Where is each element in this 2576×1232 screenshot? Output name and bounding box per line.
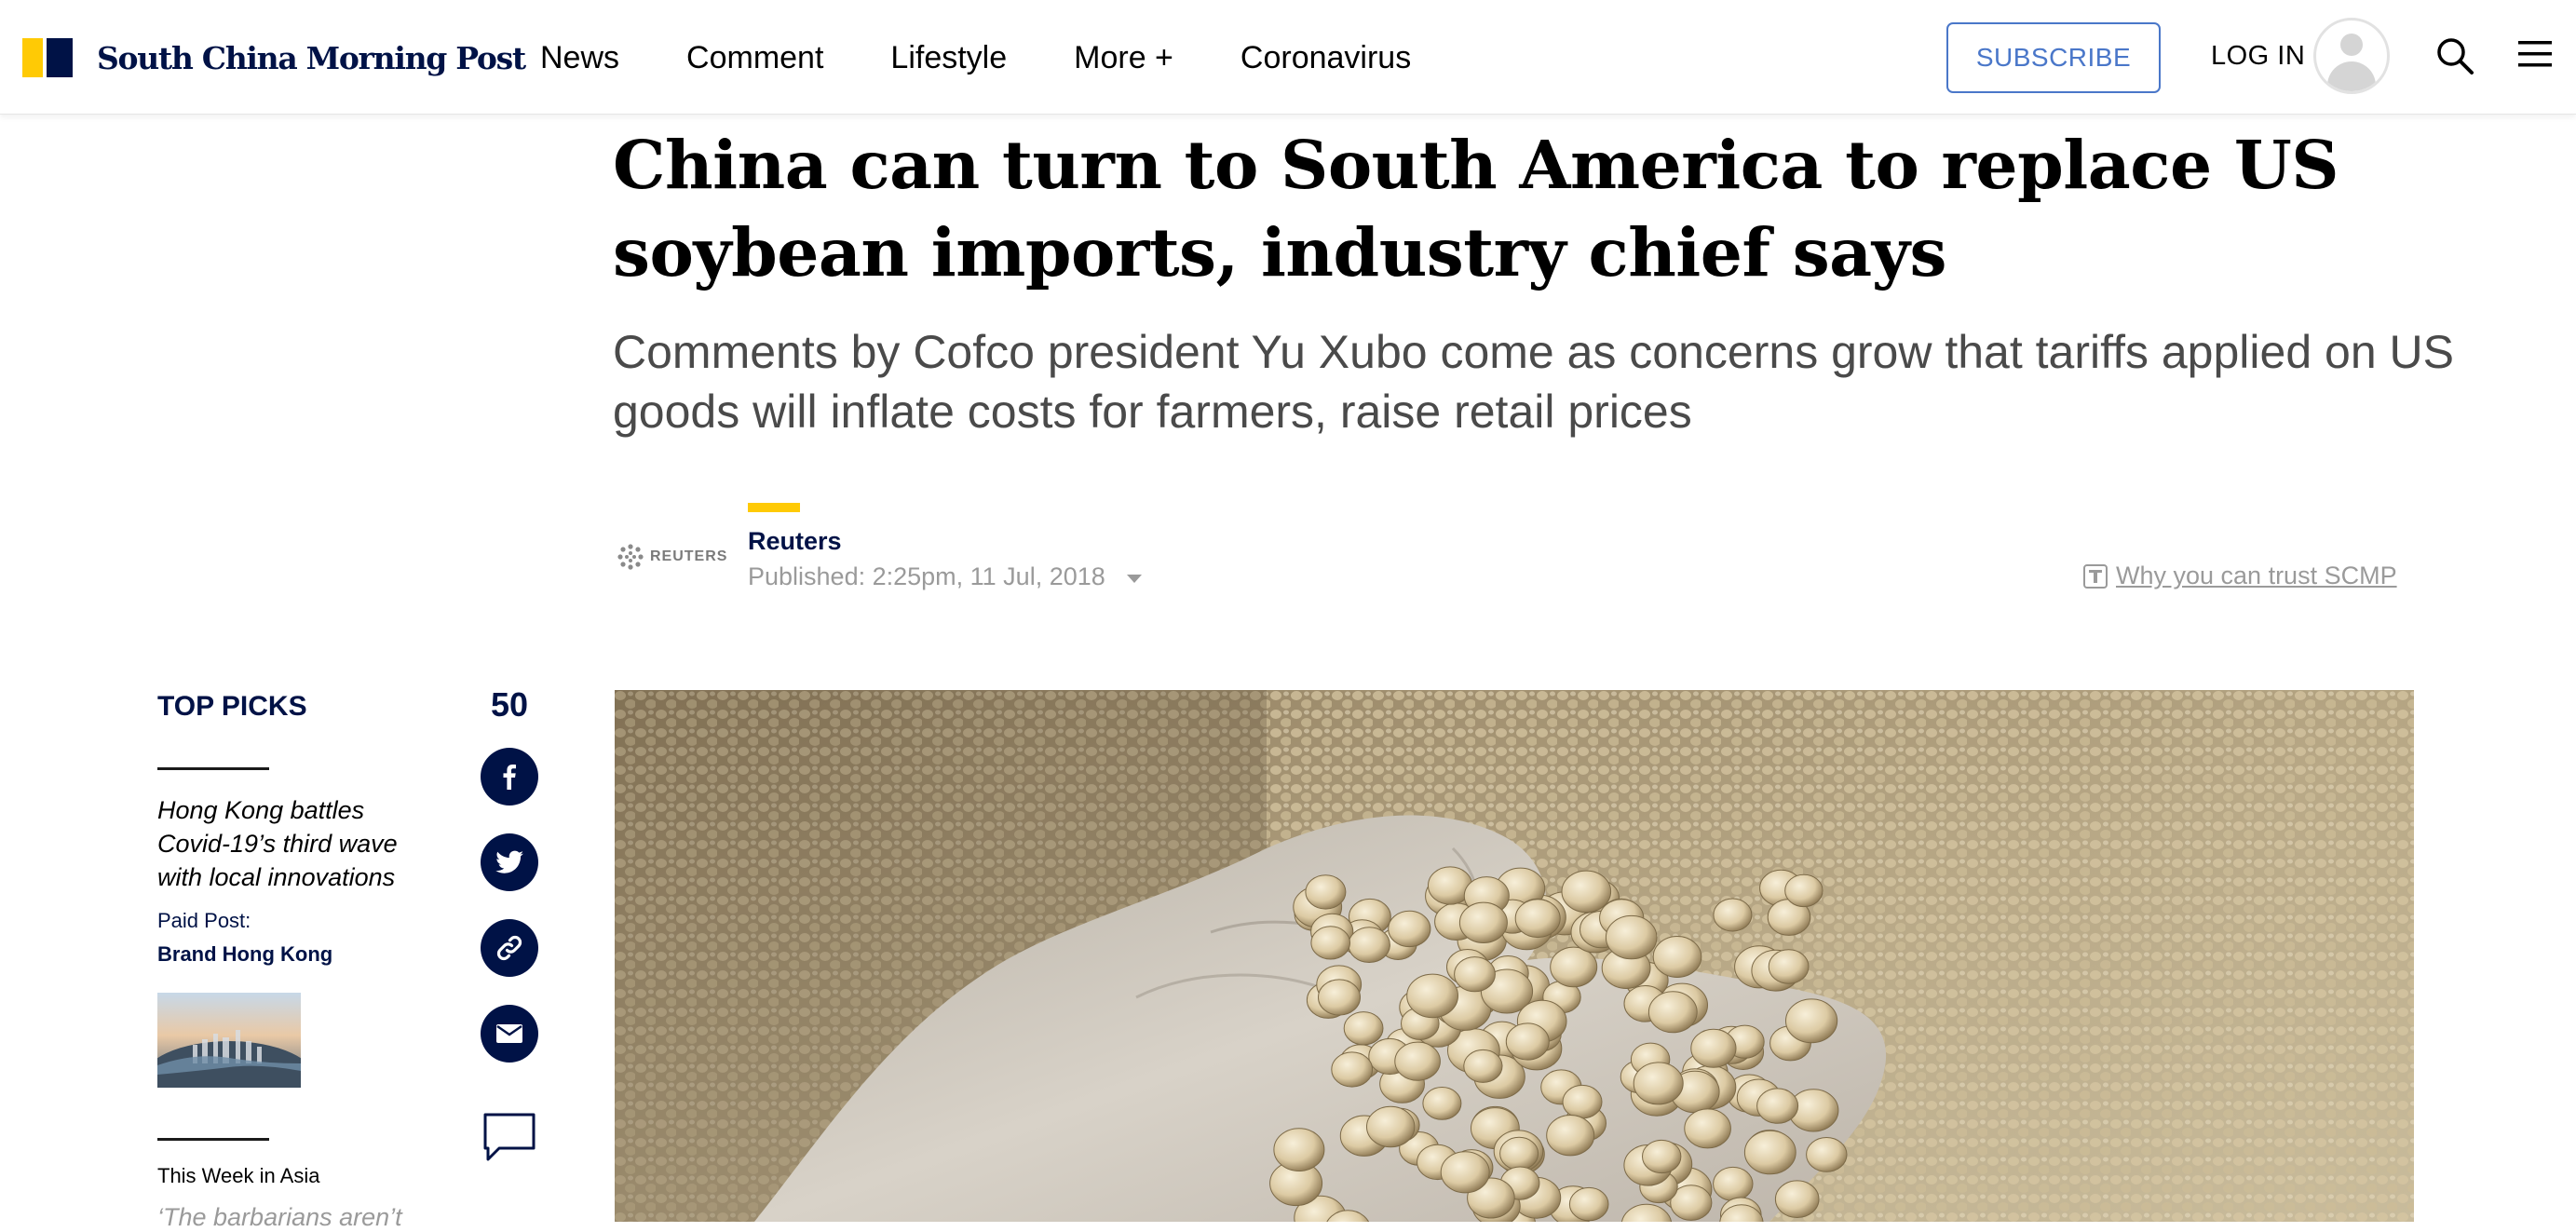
soybean (1562, 1084, 1603, 1119)
soybean (1273, 1128, 1325, 1172)
soybean (1743, 1130, 1796, 1175)
reuters-dots-icon (617, 544, 644, 570)
soybean (1394, 1041, 1441, 1081)
article-author[interactable]: Reuters (748, 527, 842, 556)
this-week-in-asia-label: This Week in Asia (157, 1164, 320, 1187)
this-week-story-title[interactable]: ‘The barbarians aren’t (157, 1203, 402, 1232)
published-date[interactable]: Published: 2:25pm, 11 Jul, 2018 (748, 562, 1105, 591)
source-logo-text: REUTERS (650, 548, 728, 564)
top-pick-title[interactable]: Hong Kong battles Covid-19’s third wave … (157, 793, 437, 894)
soybean (1633, 1062, 1684, 1105)
logo-text: South China Morning Post (97, 39, 526, 76)
soybean (1713, 898, 1753, 932)
share-count: 50 (490, 685, 529, 724)
copy-link-button[interactable] (481, 919, 538, 977)
byline-accent-bar (748, 503, 800, 512)
soybean (1366, 1105, 1416, 1148)
email-share-button[interactable] (481, 1005, 538, 1063)
nav-item-comment[interactable]: Comment (686, 40, 823, 76)
soybean (1546, 1115, 1595, 1157)
soybean (1348, 927, 1390, 964)
top-pick-thumbnail[interactable] (157, 993, 301, 1088)
twitter-icon (495, 850, 523, 873)
hero-image-soybeans (615, 690, 2414, 1222)
divider (157, 1138, 269, 1141)
soybean (1499, 1136, 1539, 1171)
soybean (1422, 1087, 1462, 1120)
soybean (1768, 949, 1810, 984)
soybean (1806, 1137, 1848, 1172)
logo-yellow-block (22, 38, 43, 77)
article-subhead: Comments by Cofco president Yu Xubo come… (613, 326, 2454, 438)
paid-post-brand[interactable]: Brand Hong Kong (157, 942, 332, 967)
soybean (1406, 973, 1458, 1019)
soybeans-photo (615, 690, 2414, 1222)
soybean (1505, 1022, 1550, 1061)
soybean (1343, 1011, 1384, 1046)
soybean (1785, 998, 1838, 1044)
nav-item-more[interactable]: More + (1074, 40, 1173, 76)
twitter-share-button[interactable] (481, 833, 538, 891)
soybean (1514, 899, 1561, 939)
soybean (1605, 914, 1658, 960)
site-header: South China Morning Post News Comment Li… (0, 0, 2576, 115)
main-nav: News Comment Lifestyle More + Coronaviru… (540, 34, 1478, 82)
trust-link[interactable]: Why you can trust SCMP (2082, 562, 2397, 590)
facebook-icon (503, 765, 516, 790)
search-icon[interactable] (2434, 35, 2475, 76)
soybean (1458, 901, 1508, 944)
avatar-icon[interactable] (2313, 18, 2390, 94)
menu-icon[interactable] (2516, 35, 2554, 73)
soybean (1690, 1028, 1737, 1068)
soybean (1550, 946, 1598, 988)
soybean (1331, 1051, 1374, 1088)
soybean (1684, 1108, 1731, 1149)
logo-mark (22, 38, 73, 77)
soybean (1713, 1166, 1754, 1201)
avatar-head (2340, 34, 2363, 56)
paid-post-label: Paid Post: (157, 909, 251, 932)
soybean (1784, 873, 1824, 908)
site-logo[interactable]: South China Morning Post (22, 37, 526, 78)
divider (157, 767, 269, 770)
trust-icon (2083, 563, 2108, 589)
soybean (1305, 874, 1347, 910)
nav-item-news[interactable]: News (540, 40, 619, 76)
comment-icon[interactable] (482, 1112, 536, 1162)
facebook-share-button[interactable] (481, 748, 538, 806)
nav-item-lifestyle[interactable]: Lifestyle (890, 40, 1007, 76)
logo-navy-block (47, 38, 73, 77)
soybean (1642, 1139, 1682, 1174)
source-logo: REUTERS (617, 540, 727, 574)
login-button[interactable]: LOG IN (2211, 41, 2305, 72)
nav-item-coronavirus[interactable]: Coronavirus (1241, 40, 1411, 76)
link-icon (496, 935, 522, 961)
article-headline: China can turn to South America to repla… (613, 126, 2339, 291)
soybean (1440, 1151, 1490, 1194)
subscribe-button[interactable]: SUBSCRIBE (1946, 22, 2161, 93)
soybean (1318, 979, 1361, 1016)
caret-down-icon[interactable] (1127, 575, 1142, 583)
top-picks-heading: TOP PICKS (157, 691, 307, 722)
soybean (1647, 991, 1698, 1034)
soybean (1454, 956, 1496, 993)
avatar-body (2327, 61, 2376, 91)
cityscape-image (157, 993, 301, 1088)
soybean (1310, 926, 1351, 960)
soybean (1652, 936, 1702, 978)
soybean (1561, 870, 1612, 914)
soybean (1568, 1186, 1609, 1222)
soybean (1463, 1049, 1503, 1083)
trust-link-label: Why you can trust SCMP (2116, 562, 2397, 589)
soybean (1388, 910, 1431, 948)
soybean (1756, 1088, 1799, 1124)
email-icon (496, 1024, 522, 1043)
soybean (1774, 1180, 1820, 1219)
